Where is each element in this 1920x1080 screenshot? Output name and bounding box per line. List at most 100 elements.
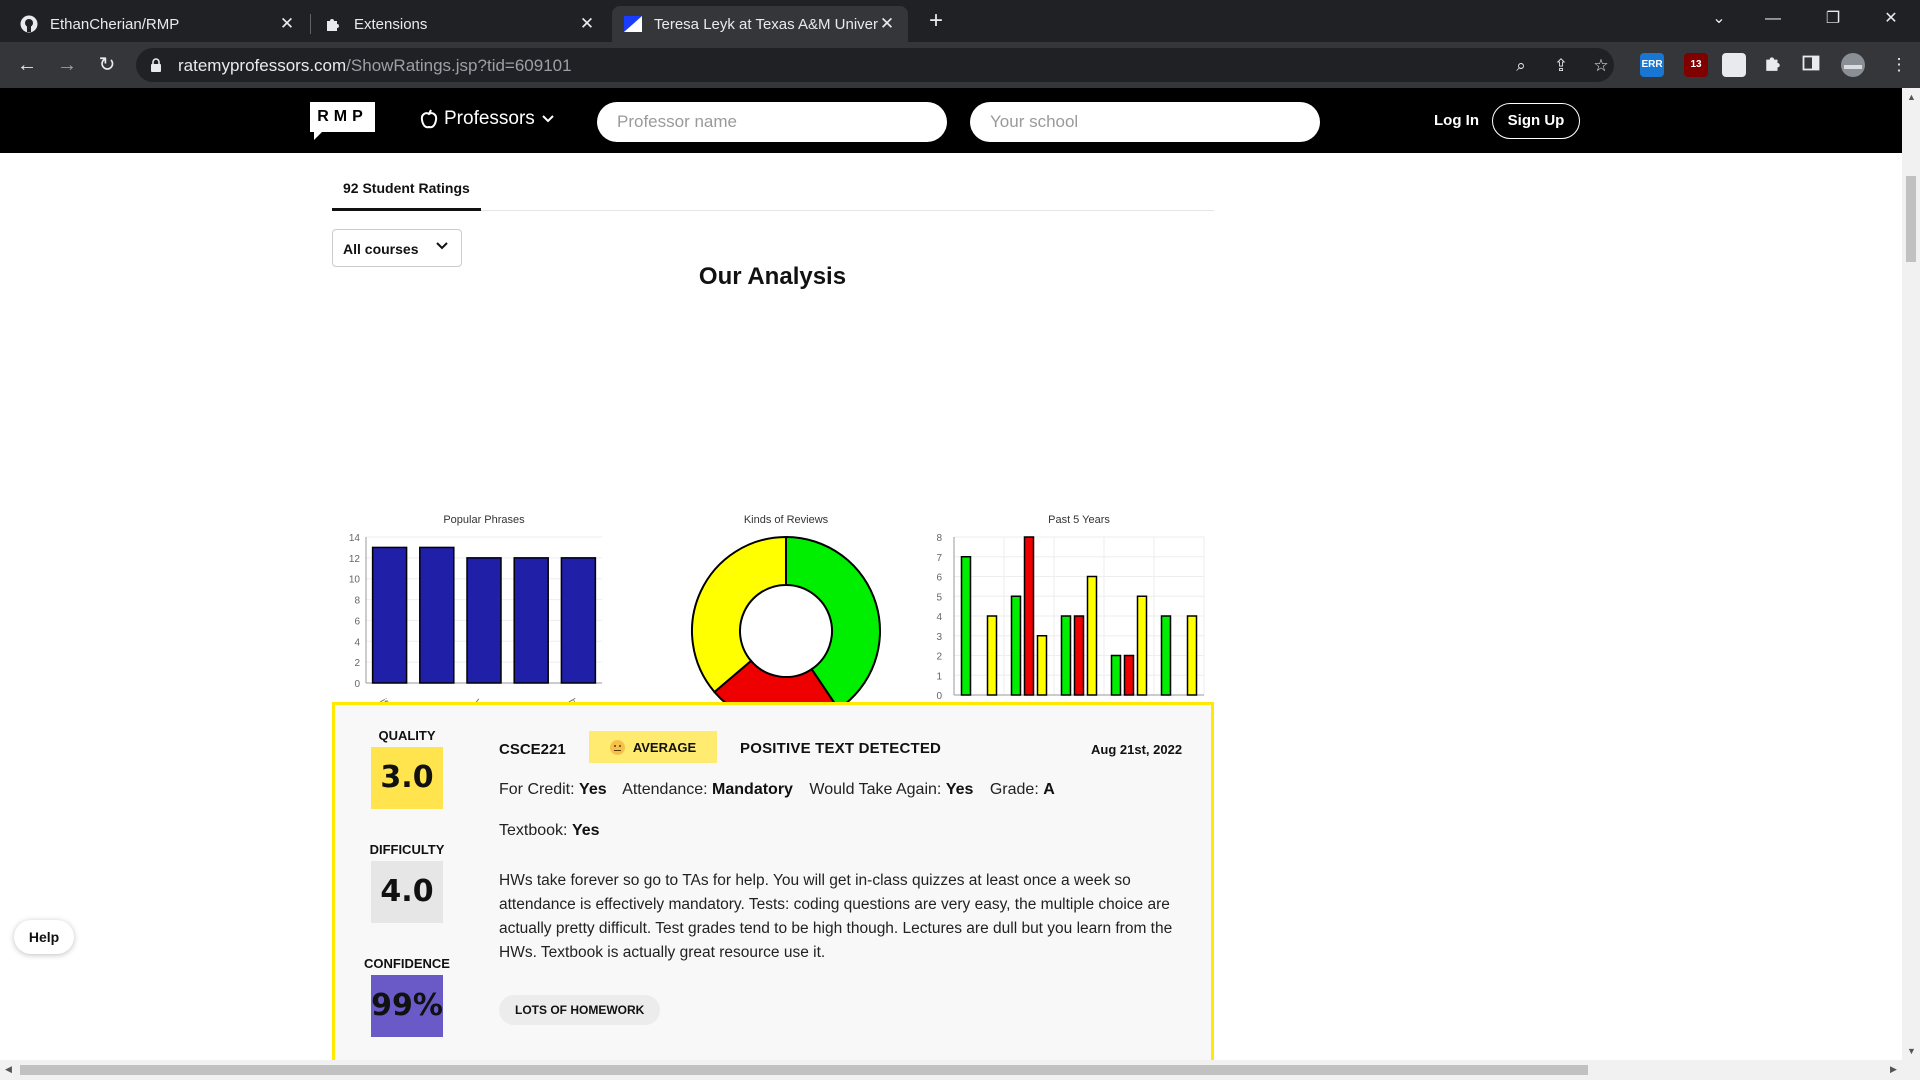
y-tick-label: 4 — [354, 637, 360, 648]
y-tick-label: 5 — [936, 592, 942, 603]
vertical-scroll-thumb[interactable] — [1906, 176, 1916, 262]
bar — [1010, 595, 1022, 696]
horizontal-scroll-thumb[interactable] — [20, 1065, 1588, 1075]
rmp-favicon — [624, 15, 642, 33]
chevron-down-icon — [436, 242, 448, 250]
page-content: 92 Student Ratings All courses Our Analy… — [0, 153, 1902, 1060]
quality-score: 3.0 — [371, 747, 443, 809]
bar — [560, 557, 597, 684]
scroll-down-icon[interactable]: ▼ — [1907, 1046, 1916, 1056]
bar — [1073, 615, 1085, 696]
site-header: RMP Professors Log In Sign Up — [0, 88, 1902, 153]
window-close-icon[interactable]: ✕ — [1868, 0, 1914, 40]
bar — [1086, 575, 1098, 696]
bar — [513, 557, 549, 684]
y-tick-label: 2 — [354, 658, 360, 669]
tab-title: EthanCherian/RMP — [50, 15, 180, 33]
github-icon — [20, 15, 38, 33]
confidence-label: CONFIDENCE — [364, 956, 450, 971]
professors-dropdown[interactable]: Professors — [420, 108, 555, 130]
browser-tab-strip: EthanCherian/RMP ✕ Extensions ✕ Teresa L… — [0, 0, 1920, 42]
emotion-label: AVERAGE — [632, 739, 697, 755]
puzzle-icon — [324, 15, 342, 33]
reload-icon[interactable]: ↻ — [92, 50, 122, 80]
school-search-input[interactable] — [970, 102, 1320, 142]
meta-for-credit: For Credit: Yes — [499, 781, 607, 798]
difficulty-score: 4.0 — [371, 861, 443, 923]
bar — [1023, 536, 1035, 696]
side-panel-icon[interactable] — [1800, 54, 1822, 76]
professors-label: Professors — [444, 108, 535, 129]
chevron-down-icon — [542, 115, 554, 123]
back-icon[interactable]: ← — [12, 50, 42, 80]
bar — [1136, 595, 1148, 696]
extensions-puzzle-icon[interactable] — [1762, 54, 1784, 76]
scroll-up-icon[interactable]: ▲ — [1907, 92, 1916, 102]
browser-toolbar: ← → ↻ ratemyprofessors.com/ShowRatings.j… — [0, 42, 1920, 88]
restore-icon[interactable]: ❐ — [1810, 0, 1856, 40]
ublock-icon[interactable]: 13 — [1684, 53, 1708, 77]
professor-search-input[interactable] — [597, 102, 947, 142]
confidence-score: 99% — [371, 975, 443, 1037]
close-icon[interactable]: ✕ — [278, 14, 296, 34]
tab-student-ratings[interactable]: 92 Student Ratings — [332, 153, 481, 211]
chart-title: Popular Phrases — [443, 514, 525, 526]
minimize-icon[interactable]: — — [1750, 0, 1796, 40]
browser-tab-rmp[interactable]: Teresa Leyk at Texas A&M Univer ✕ — [612, 6, 908, 42]
rmp-logo[interactable]: RMP — [310, 102, 375, 140]
meta-value: A — [1043, 781, 1055, 798]
tab-title: Teresa Leyk at Texas A&M Univer — [654, 15, 878, 33]
profile-avatar[interactable] — [1840, 52, 1865, 77]
login-button[interactable]: Log In — [1434, 112, 1479, 129]
y-tick-label: 4 — [936, 612, 942, 623]
tab-search-icon[interactable]: ⌄ — [1696, 0, 1742, 40]
bar — [1186, 615, 1198, 696]
browser-tab-github[interactable]: EthanCherian/RMP ✕ — [8, 6, 308, 42]
chrome-menu-icon[interactable]: ⋮ — [1888, 54, 1910, 76]
y-tick-label: 8 — [936, 533, 942, 544]
ratings-tabs: 92 Student Ratings — [332, 153, 1214, 211]
help-button[interactable]: Help — [14, 920, 74, 954]
y-tick-label: 14 — [349, 533, 361, 544]
err-extension-icon[interactable]: ERR — [1640, 53, 1664, 77]
signup-button[interactable]: Sign Up — [1492, 103, 1580, 139]
browser-tab-extensions[interactable]: Extensions ✕ — [312, 6, 608, 42]
bar — [1036, 635, 1048, 696]
close-icon[interactable]: ✕ — [878, 14, 896, 34]
y-tick-label: 3 — [936, 632, 942, 643]
meta-key: Would Take Again: — [809, 781, 942, 798]
meta-value: Yes — [579, 781, 607, 798]
meta-value: Yes — [571, 822, 600, 839]
y-tick-label: 7 — [936, 553, 942, 564]
lock-icon — [151, 58, 161, 72]
close-icon[interactable]: ✕ — [578, 14, 596, 34]
quality-label: QUALITY — [378, 728, 436, 743]
course-filter-select[interactable]: All courses — [332, 229, 462, 267]
bar — [1123, 654, 1135, 696]
zoom-icon[interactable]: ⌕ — [1510, 55, 1532, 77]
scroll-left-icon[interactable]: ◀ — [5, 1064, 12, 1075]
bookmark-star-icon[interactable]: ☆ — [1590, 55, 1612, 77]
tab-title: Extensions — [354, 15, 428, 33]
neutral-face-icon — [609, 739, 625, 755]
scroll-right-icon[interactable]: ▶ — [1890, 1064, 1897, 1075]
bar — [371, 546, 408, 684]
emotion-badge: AVERAGE — [589, 731, 717, 763]
rating-tag[interactable]: LOTS OF HOMEWORK — [499, 995, 661, 1025]
address-bar[interactable]: ratemyprofessors.com/ShowRatings.jsp?tid… — [136, 48, 1614, 82]
y-tick-label: 12 — [349, 554, 361, 565]
forward-icon[interactable]: → — [52, 50, 82, 80]
y-tick-label: 0 — [936, 691, 942, 702]
meta-value: Mandatory — [712, 781, 793, 798]
analysis-title: Our Analysis — [698, 263, 847, 290]
pocket-icon[interactable] — [1722, 53, 1746, 77]
new-tab-button[interactable]: + — [922, 8, 950, 36]
vertical-scrollbar[interactable]: ▲ ▼ — [1902, 88, 1920, 1060]
bar — [960, 556, 972, 696]
horizontal-scrollbar[interactable]: ◀ ▶ — [0, 1060, 1920, 1080]
share-icon[interactable]: ⇪ — [1550, 55, 1572, 77]
meta-textbook: Textbook: Yes — [499, 822, 600, 840]
meta-grade: Grade: A — [990, 781, 1055, 798]
bar — [986, 615, 998, 696]
y-tick-label: 2 — [936, 652, 942, 663]
